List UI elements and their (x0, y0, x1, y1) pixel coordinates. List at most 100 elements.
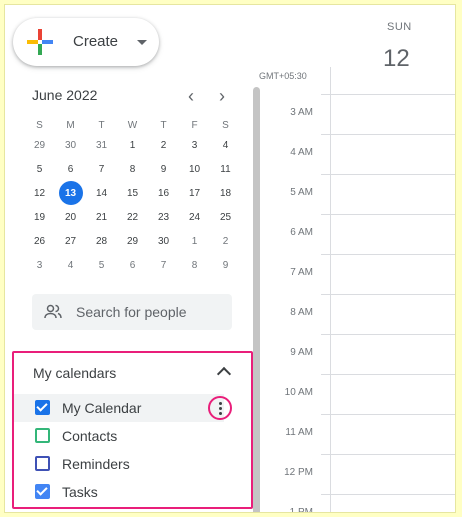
reminders-checkbox[interactable] (35, 456, 50, 471)
mini-calendar-day[interactable]: 2 (148, 133, 179, 157)
chevron-right-icon: › (219, 86, 225, 106)
mini-calendar-day[interactable]: 22 (117, 205, 148, 229)
weekday-header: F (191, 119, 198, 131)
hour-label: 9 AM (290, 347, 313, 358)
chevron-up-icon[interactable] (216, 366, 232, 382)
mini-calendar-day[interactable]: 8 (117, 157, 148, 181)
weekday-header: W (127, 119, 138, 131)
hour-label: 6 AM (290, 227, 313, 238)
search-people-input[interactable]: Search for people (32, 294, 232, 330)
mini-calendar-day[interactable]: 6 (117, 253, 148, 277)
contacts-checkbox[interactable] (35, 428, 50, 443)
create-button[interactable]: Create (13, 18, 159, 66)
today-marker: 13 (58, 181, 83, 205)
my-calendars-title: My calendars (33, 365, 117, 381)
search-placeholder: Search for people (76, 304, 187, 320)
hour-label: 4 AM (290, 147, 313, 158)
mini-calendar-day[interactable]: 16 (148, 181, 179, 205)
hour-gridline (321, 214, 455, 215)
mini-calendar-day[interactable]: 9 (148, 157, 179, 181)
calendar-item-label: Tasks (62, 484, 98, 500)
hour-label: 5 AM (290, 187, 313, 198)
plus-icon (27, 29, 53, 55)
day-header[interactable]: SUN 12 (330, 5, 455, 75)
weekday-header: M (66, 119, 75, 131)
hour-gridline (321, 254, 455, 255)
people-icon (44, 304, 62, 319)
calendar-options-button[interactable] (208, 396, 232, 420)
calendar-item-reminders[interactable]: Reminders (14, 450, 224, 478)
mini-calendar-day[interactable]: 11 (210, 157, 241, 181)
weekday-header: S (222, 119, 229, 131)
mini-calendar-day[interactable]: 15 (117, 181, 148, 205)
sidebar-scrollbar[interactable] (253, 87, 260, 512)
hour-label: 3 AM (290, 107, 313, 118)
mini-calendar-day[interactable]: 25 (210, 205, 241, 229)
mini-calendar-day[interactable]: 3 (179, 133, 210, 157)
hour-label: 12 PM (284, 467, 313, 478)
mini-calendar-day[interactable]: 12 (24, 181, 55, 205)
mini-calendar-day[interactable]: 1 (179, 229, 210, 253)
mini-calendar-day[interactable]: 1 (117, 133, 148, 157)
next-month-button[interactable]: › (219, 87, 225, 105)
hour-label: 10 AM (284, 387, 313, 398)
mini-calendar-day[interactable]: 5 (86, 253, 117, 277)
hour-gridline (321, 134, 455, 135)
weekday-header: S (36, 119, 43, 131)
mini-calendar-day[interactable]: 26 (24, 229, 55, 253)
mini-calendar-day[interactable]: 23 (148, 205, 179, 229)
mini-calendar-day[interactable]: 27 (55, 229, 86, 253)
mini-calendar-day[interactable]: 30 (148, 229, 179, 253)
hour-label: 1 PM (289, 507, 313, 513)
hour-gridline (321, 494, 455, 495)
day-of-week: SUN (387, 21, 412, 33)
mini-calendar-day[interactable]: 7 (86, 157, 117, 181)
mini-calendar-day[interactable]: 9 (210, 253, 241, 277)
mini-calendar-day[interactable]: 7 (148, 253, 179, 277)
mini-calendar-day[interactable]: 4 (210, 133, 241, 157)
mini-calendar-day[interactable]: 20 (55, 205, 86, 229)
mini-calendar-day[interactable]: 8 (179, 253, 210, 277)
mini-calendar-day[interactable]: 3 (24, 253, 55, 277)
calendar-item-contacts[interactable]: Contacts (14, 422, 224, 450)
mini-calendar-day[interactable]: 29 (117, 229, 148, 253)
prev-month-button[interactable]: ‹ (188, 87, 194, 105)
calendar-item-tasks[interactable]: Tasks (14, 478, 224, 506)
mini-calendar-day[interactable]: 18 (210, 181, 241, 205)
mini-calendar-day[interactable]: 29 (24, 133, 55, 157)
mini-calendar-month: June 2022 (32, 87, 98, 103)
calendar-item-label: Contacts (62, 428, 118, 444)
mini-calendar-day[interactable]: 10 (179, 157, 210, 181)
hour-gridline (321, 294, 455, 295)
mini-calendar-today[interactable]: 13 (55, 181, 86, 205)
calendar-item-label: My Calendar (62, 400, 142, 416)
mini-calendar-day[interactable]: 19 (24, 205, 55, 229)
hour-gridline (321, 414, 455, 415)
mini-calendar-day[interactable]: 5 (24, 157, 55, 181)
mini-calendar-day[interactable]: 4 (55, 253, 86, 277)
mini-calendar-grid: S M T W T F S 29 30 31 1 2 3 4 5 6 7 8 9 10 11 12 13 14 15 16 17 18… (24, 117, 258, 277)
dropdown-caret-icon[interactable] (137, 40, 147, 45)
my-calendar-checkbox[interactable] (35, 400, 50, 415)
calendar-item-my-calendar[interactable]: My Calendar (14, 394, 224, 422)
hour-gridline (321, 94, 455, 95)
create-label: Create (73, 33, 119, 50)
hour-label: 8 AM (290, 307, 313, 318)
hour-gridline (321, 174, 455, 175)
mini-calendar-day[interactable]: 31 (86, 133, 117, 157)
mini-calendar-day[interactable]: 21 (86, 205, 117, 229)
hour-label: 11 AM (285, 427, 313, 438)
mini-calendar-day[interactable]: 17 (179, 181, 210, 205)
mini-calendar-day[interactable]: 6 (55, 157, 86, 181)
mini-calendar-day[interactable]: 30 (55, 133, 86, 157)
mini-calendar-day[interactable]: 2 (210, 229, 241, 253)
hour-gridline (321, 374, 455, 375)
hour-gridline (321, 454, 455, 455)
mini-calendar-day[interactable]: 14 (86, 181, 117, 205)
my-calendars-section: My calendars My Calendar Contacts Remind… (12, 351, 253, 509)
calendar-item-label: Reminders (62, 456, 130, 472)
tasks-checkbox[interactable] (35, 484, 50, 499)
mini-calendar-day[interactable]: 24 (179, 205, 210, 229)
mini-calendar-day[interactable]: 28 (86, 229, 117, 253)
day-number[interactable]: 12 (383, 45, 410, 73)
